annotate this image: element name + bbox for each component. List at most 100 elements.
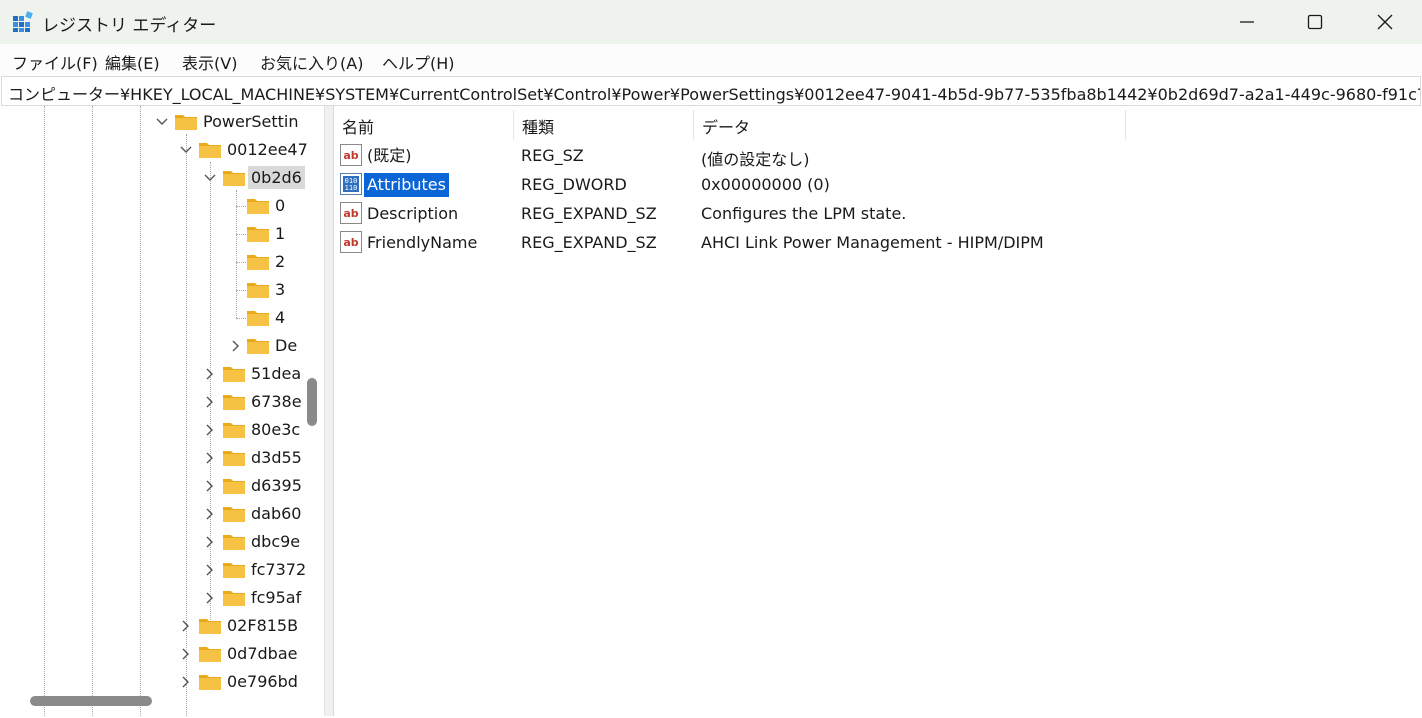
tree-node[interactable]: 0 bbox=[2, 192, 324, 220]
tree-node[interactable]: PowerSettin bbox=[2, 108, 324, 136]
chevron-right-icon[interactable] bbox=[228, 338, 244, 354]
tree-node[interactable]: 51dea bbox=[2, 360, 324, 388]
pane-splitter[interactable] bbox=[325, 106, 333, 716]
folder-icon bbox=[247, 255, 269, 270]
chevron-right-icon[interactable] bbox=[202, 422, 218, 438]
chevron-right-icon[interactable] bbox=[202, 450, 218, 466]
tree-node-label: dab60 bbox=[251, 504, 302, 523]
tree-node-label: 0 bbox=[275, 196, 286, 215]
chevron-right-icon[interactable] bbox=[202, 478, 218, 494]
tree-horizontal-scrollbar[interactable] bbox=[30, 696, 152, 706]
column-header-data[interactable]: データ bbox=[694, 110, 1126, 140]
folder-icon bbox=[247, 227, 269, 242]
chevron-right-icon[interactable] bbox=[178, 646, 194, 662]
value-list[interactable]: 名前 種類 データ ab (既定) REG_SZ (値の設定なし) 010 110 Attr… bbox=[333, 106, 1420, 716]
tree-node-label: 0d7dbae bbox=[227, 644, 298, 663]
value-row[interactable]: 010 110 Attributes REG_DWORD 0x00000000 (0) bbox=[334, 170, 1421, 199]
folder-icon bbox=[247, 339, 269, 354]
tree-node-label: De bbox=[275, 336, 298, 355]
tree-node-label: 0e796bd bbox=[227, 672, 298, 691]
svg-text:ab: ab bbox=[343, 207, 358, 220]
window-title: レジストリ エディター bbox=[42, 16, 217, 36]
chevron-down-icon[interactable] bbox=[154, 114, 170, 130]
tree-node[interactable]: 80e3c bbox=[2, 416, 324, 444]
folder-icon bbox=[223, 423, 245, 438]
chevron-right-icon[interactable] bbox=[202, 394, 218, 410]
tree-node[interactable]: De bbox=[2, 332, 324, 360]
tree-node-label: 3 bbox=[275, 280, 286, 299]
folder-icon bbox=[223, 479, 245, 494]
value-type: REG_SZ bbox=[521, 146, 584, 165]
tree-node-label: 80e3c bbox=[251, 420, 301, 439]
chevron-right-icon[interactable] bbox=[202, 506, 218, 522]
registry-editor-icon bbox=[13, 11, 33, 32]
tree-node[interactable]: dab60 bbox=[2, 500, 324, 528]
menu-view[interactable]: 表示(V) bbox=[182, 50, 237, 74]
tree-node[interactable]: 6738e bbox=[2, 388, 324, 416]
svg-text:ab: ab bbox=[343, 236, 358, 249]
tree-guide-line bbox=[236, 262, 246, 263]
value-name: (既定) bbox=[367, 146, 412, 165]
tree-node[interactable]: 02F815B bbox=[2, 612, 324, 640]
folder-icon bbox=[223, 367, 245, 382]
value-data: Configures the LPM state. bbox=[701, 204, 907, 223]
tree-node[interactable]: 1 bbox=[2, 220, 324, 248]
tree-node-label: d6395 bbox=[251, 476, 302, 495]
tree-node[interactable]: 0012ee47 bbox=[2, 136, 324, 164]
tree-node-label: 6738e bbox=[251, 392, 302, 411]
tree-node[interactable]: 4 bbox=[2, 304, 324, 332]
folder-icon bbox=[247, 199, 269, 214]
binary-value-icon: 010110 bbox=[340, 173, 362, 195]
close-button[interactable] bbox=[1350, 0, 1420, 44]
tree-guide-line bbox=[236, 234, 246, 235]
tree-node[interactable]: fc7372 bbox=[2, 556, 324, 584]
tree-node[interactable]: 3 bbox=[2, 276, 324, 304]
chevron-down-icon[interactable] bbox=[178, 142, 194, 158]
string-value-icon: ab bbox=[340, 144, 362, 166]
maximize-button[interactable] bbox=[1280, 0, 1350, 44]
tree-node[interactable]: 0e796bd bbox=[2, 668, 324, 696]
string-value-icon: ab bbox=[340, 231, 362, 253]
chevron-down-icon[interactable] bbox=[202, 170, 218, 186]
chevron-right-icon[interactable] bbox=[202, 590, 218, 606]
folder-icon bbox=[247, 311, 269, 326]
value-row[interactable]: ab (既定) REG_SZ (値の設定なし) bbox=[334, 141, 1421, 170]
tree-vertical-scrollbar[interactable] bbox=[307, 378, 317, 426]
menu-favorites[interactable]: お気に入り(A) bbox=[260, 50, 363, 74]
value-name: Attributes bbox=[364, 173, 449, 197]
chevron-right-icon[interactable] bbox=[202, 366, 218, 382]
tree-node-label: 1 bbox=[275, 224, 286, 243]
tree-node[interactable]: 0d7dbae bbox=[2, 640, 324, 668]
value-data: 0x00000000 (0) bbox=[701, 175, 830, 194]
address-path: コンピューター¥HKEY_LOCAL_MACHINE¥SYSTEM¥Curren… bbox=[8, 85, 1421, 104]
chevron-right-icon[interactable] bbox=[178, 618, 194, 634]
tree-node[interactable]: 0b2d6 bbox=[2, 164, 324, 192]
column-header-name[interactable]: 名前 bbox=[334, 110, 514, 140]
tree-node[interactable]: d3d55 bbox=[2, 444, 324, 472]
tree-node[interactable]: d6395 bbox=[2, 472, 324, 500]
tree-node[interactable]: fc95af bbox=[2, 584, 324, 612]
value-row[interactable]: ab FriendlyName REG_EXPAND_SZ AHCI Link Pow… bbox=[334, 228, 1421, 257]
value-type: REG_EXPAND_SZ bbox=[521, 204, 657, 223]
address-bar[interactable]: コンピューター¥HKEY_LOCAL_MACHINE¥SYSTEM¥Curren… bbox=[1, 76, 1421, 106]
maximize-icon bbox=[1307, 14, 1323, 30]
string-value-icon: ab bbox=[340, 202, 362, 224]
chevron-right-icon[interactable] bbox=[202, 534, 218, 550]
value-row[interactable]: ab Description REG_EXPAND_SZ Configures the… bbox=[334, 199, 1421, 228]
folder-icon bbox=[199, 143, 221, 158]
chevron-right-icon[interactable] bbox=[178, 674, 194, 690]
tree-node[interactable]: dbc9e bbox=[2, 528, 324, 556]
menu-edit[interactable]: 編集(E) bbox=[105, 50, 160, 74]
folder-icon bbox=[199, 619, 221, 634]
value-data: (値の設定なし) bbox=[701, 150, 810, 169]
tree-node[interactable]: 2 bbox=[2, 248, 324, 276]
menu-file[interactable]: ファイル(F) bbox=[12, 50, 98, 74]
key-tree[interactable]: PowerSettin 0012ee47 0b2d6 0 1 2 3 4 De 51dea 6738… bbox=[2, 106, 325, 716]
folder-icon bbox=[175, 115, 197, 130]
column-header-type[interactable]: 種類 bbox=[514, 110, 694, 140]
menu-help[interactable]: ヘルプ(H) bbox=[382, 50, 455, 74]
minimize-button[interactable] bbox=[1212, 0, 1282, 44]
folder-icon bbox=[223, 171, 245, 186]
chevron-right-icon[interactable] bbox=[202, 562, 218, 578]
menu-bar: ファイル(F) 編集(E) 表示(V) お気に入り(A) ヘルプ(H) bbox=[0, 44, 1422, 76]
